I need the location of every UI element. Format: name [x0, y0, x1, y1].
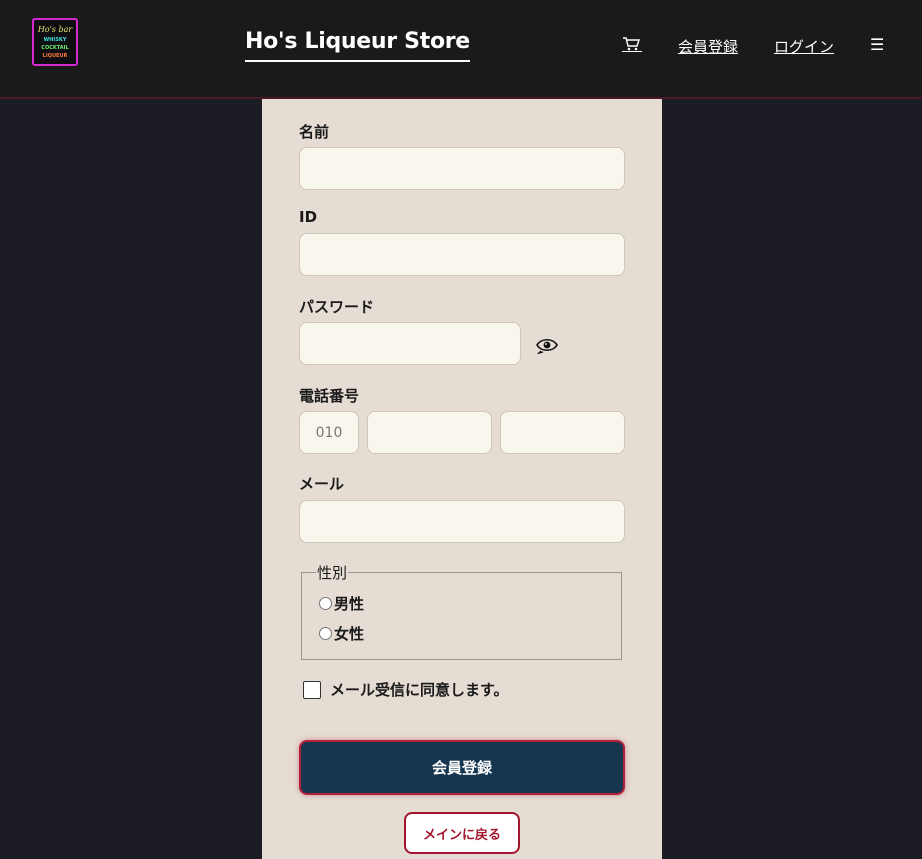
gender-option-label: 女性: [334, 625, 365, 643]
phone-part3-input[interactable]: [500, 411, 625, 454]
site-title[interactable]: Ho's Liqueur Store: [245, 29, 470, 62]
name-input[interactable]: [299, 147, 625, 190]
show-password-toggle[interactable]: [535, 334, 559, 356]
logo-line-1: Ho's bar: [37, 24, 73, 34]
gender-radio-male[interactable]: [319, 597, 332, 610]
site-header: Ho's bar WHISKY COCKTAIL LIQUEUR Ho's Li…: [0, 0, 922, 99]
signup-submit-button[interactable]: 会員登録: [299, 740, 625, 795]
email-consent-label: メール受信に同意します。: [330, 681, 509, 699]
logo-line-4: LIQUEUR: [42, 52, 68, 59]
gender-radio-female[interactable]: [319, 627, 332, 640]
back-to-main-button[interactable]: メインに戻る: [404, 812, 520, 854]
email-input[interactable]: [299, 500, 625, 543]
phone-label: 電話番号: [299, 387, 360, 405]
email-consent-row[interactable]: メール受信に同意します。: [303, 679, 509, 700]
logo-line-2: WHISKY: [43, 36, 67, 43]
eye-icon: [536, 338, 558, 354]
store-logo[interactable]: Ho's bar WHISKY COCKTAIL LIQUEUR: [32, 18, 78, 66]
id-input[interactable]: [299, 233, 625, 276]
nav-signup-link[interactable]: 会員登録: [678, 36, 738, 57]
email-label: メール: [299, 475, 345, 493]
cart-icon: [622, 37, 642, 52]
phone-part1-input[interactable]: [299, 411, 359, 454]
cart-link[interactable]: [622, 36, 642, 56]
nav-login-link[interactable]: ログイン: [774, 36, 834, 57]
logo-line-3: COCKTAIL: [41, 44, 69, 51]
hamburger-menu-icon[interactable]: ☰: [870, 35, 884, 54]
id-label: ID: [299, 208, 318, 226]
email-consent-checkbox[interactable]: [303, 680, 321, 699]
password-input[interactable]: [299, 322, 521, 365]
name-label: 名前: [299, 123, 330, 141]
phone-part2-input[interactable]: [367, 411, 492, 454]
gender-legend: 性別: [317, 564, 348, 582]
password-label: パスワード: [299, 298, 375, 316]
gender-option-male[interactable]: 男性: [319, 593, 364, 614]
gender-option-label: 男性: [334, 595, 365, 613]
gender-option-female[interactable]: 女性: [319, 623, 364, 644]
